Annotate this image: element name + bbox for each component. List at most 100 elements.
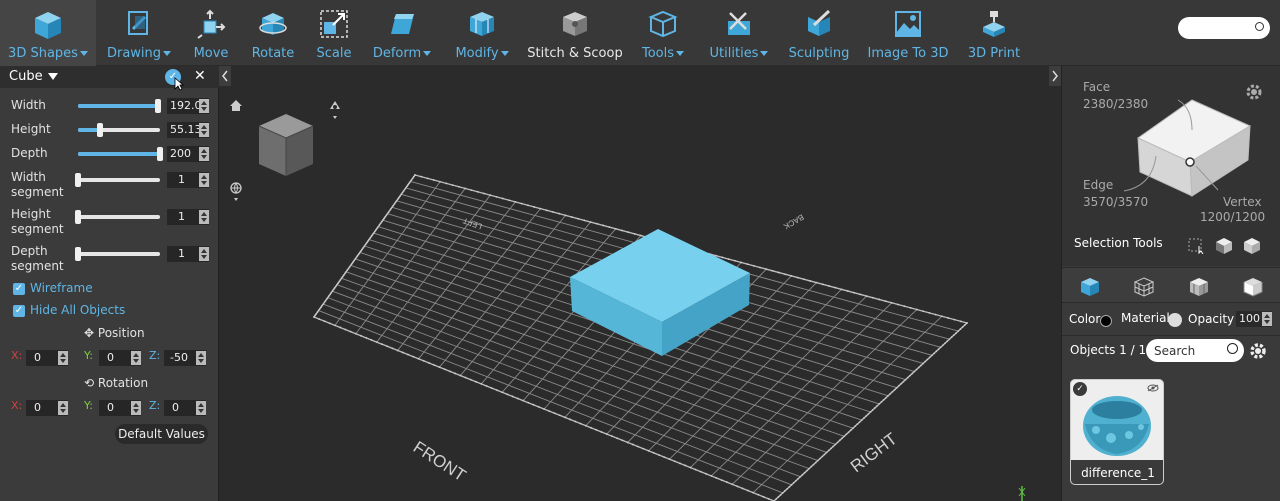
spinner-icon[interactable] xyxy=(196,401,206,415)
ruler-tick xyxy=(847,431,850,434)
spinner-icon[interactable] xyxy=(1262,312,1272,326)
spinner-icon[interactable] xyxy=(196,351,206,365)
depth-input[interactable]: 200 xyxy=(167,146,209,162)
slider-knob[interactable] xyxy=(154,99,161,113)
param-value: 1 xyxy=(178,247,185,260)
modify-icon xyxy=(470,12,494,36)
ruler-tick xyxy=(616,437,619,440)
ruler-tick xyxy=(360,249,362,252)
cube-object[interactable] xyxy=(570,229,750,356)
toolbar-rotate[interactable]: Rotate xyxy=(248,0,298,66)
height-slider[interactable] xyxy=(78,123,160,137)
pos-x-input[interactable]: 0 xyxy=(26,350,68,366)
ruler-tick xyxy=(944,342,946,345)
spinner-icon[interactable] xyxy=(131,401,141,415)
shape-dropdown[interactable]: Cube xyxy=(9,69,58,84)
toolbar-image-to-3d[interactable]: Image To 3D xyxy=(868,0,948,66)
ruler-tick xyxy=(470,189,473,192)
default-values-button[interactable]: Default Values xyxy=(115,424,208,444)
width-slider[interactable] xyxy=(78,99,161,113)
slider-knob[interactable] xyxy=(157,147,163,161)
spinner-icon[interactable] xyxy=(199,147,209,161)
3d-viewport[interactable]: FRONT RIGHT LEFT BACK xyxy=(219,66,1061,501)
opacity-input[interactable]: 100 xyxy=(1236,311,1272,327)
rot-x-input[interactable]: 0 xyxy=(26,400,68,416)
material-icon[interactable] xyxy=(1168,313,1182,327)
toolbar-deform[interactable]: Deform xyxy=(370,0,434,66)
slider-knob[interactable] xyxy=(75,173,81,187)
xray-view-icon[interactable] xyxy=(1242,276,1264,298)
ruler-tick xyxy=(679,462,681,465)
rot-z-input[interactable]: 0 xyxy=(164,400,206,416)
rect-select-icon[interactable] xyxy=(1188,238,1206,254)
slider-knob[interactable] xyxy=(75,210,81,224)
toolbar-search-input[interactable] xyxy=(1178,17,1270,39)
ruler-tick xyxy=(339,326,342,329)
ruler-tick xyxy=(485,385,488,387)
ruler-tick xyxy=(926,358,929,361)
pos-y-input[interactable]: 0 xyxy=(99,350,141,366)
toolbar-scale[interactable]: Scale xyxy=(310,0,358,66)
close-icon[interactable]: ✕ xyxy=(194,68,206,84)
object-select-icon[interactable] xyxy=(1243,237,1261,255)
ruler-tick xyxy=(834,286,837,289)
face-select-icon[interactable] xyxy=(1215,237,1233,255)
spinner-icon[interactable] xyxy=(199,247,209,261)
selected-check-icon[interactable]: ✓ xyxy=(1073,382,1087,396)
solid-wire-view-icon[interactable] xyxy=(1188,276,1210,298)
slider-knob[interactable] xyxy=(75,247,81,261)
toolbar-sculpting[interactable]: Sculpting xyxy=(788,0,850,66)
spinner-icon[interactable] xyxy=(199,99,209,113)
ruler-tick xyxy=(569,418,572,421)
toolbar-3d-print[interactable]: 3D Print xyxy=(966,0,1022,66)
ruler-tick xyxy=(354,258,357,260)
spinner-icon[interactable] xyxy=(58,351,68,365)
ruler-tick xyxy=(808,467,810,470)
toolbar-3d-shapes[interactable]: 3D Shapes xyxy=(0,0,96,66)
spinner-icon[interactable] xyxy=(58,401,68,415)
spinner-icon[interactable] xyxy=(131,351,141,365)
objects-search-input[interactable]: Search xyxy=(1146,339,1244,362)
ruler-tick xyxy=(395,199,398,202)
width-segment-slider[interactable] xyxy=(75,173,160,187)
depth-segment-slider[interactable] xyxy=(75,247,160,261)
height-segment-slider[interactable] xyxy=(75,210,160,224)
ruler-tick xyxy=(537,406,540,408)
toolbar-label: Scale xyxy=(316,46,352,61)
width-input[interactable]: 192.04 xyxy=(167,98,209,114)
spinner-icon[interactable] xyxy=(199,210,209,224)
ruler-tick xyxy=(381,343,383,346)
ruler-tick xyxy=(367,240,369,243)
ruler-tick xyxy=(884,300,887,303)
solid-view-icon[interactable] xyxy=(1079,276,1101,298)
scene-canvas[interactable]: FRONT RIGHT LEFT BACK xyxy=(219,66,1061,501)
ruler-tick xyxy=(959,320,962,323)
toolbar-stitch-scoop[interactable]: Stitch & Scoop xyxy=(527,0,623,66)
ruler-tick xyxy=(352,261,354,264)
hide-all-checkbox[interactable]: ✓ xyxy=(13,305,25,317)
color-swatch[interactable] xyxy=(1100,315,1112,327)
height-input[interactable]: 55.13 xyxy=(167,122,209,138)
pos-z-input[interactable]: -50 xyxy=(164,350,206,366)
ruler-tick xyxy=(314,314,317,317)
height-segment-input[interactable]: 1 xyxy=(167,209,209,225)
slider-knob[interactable] xyxy=(97,123,104,137)
spinner-icon[interactable] xyxy=(199,123,209,137)
object-card[interactable]: ✓ difference_1 xyxy=(1070,379,1164,485)
gear-icon[interactable] xyxy=(1248,341,1268,361)
depth-slider[interactable] xyxy=(78,147,163,161)
width-segment-input[interactable]: 1 xyxy=(167,172,209,188)
visibility-eye-icon[interactable] xyxy=(1147,384,1159,392)
wireframe-view-icon[interactable] xyxy=(1133,276,1155,298)
spinner-icon[interactable] xyxy=(199,173,209,187)
ruler-tick xyxy=(827,449,830,452)
ruler-tick xyxy=(376,227,379,230)
toolbar-modify[interactable]: Modify xyxy=(452,0,512,66)
toolbar-utilities[interactable]: Utilities xyxy=(706,0,772,66)
rot-y-input[interactable]: 0 xyxy=(99,400,141,416)
toolbar-drawing[interactable]: Drawing xyxy=(106,0,172,66)
wireframe-checkbox[interactable]: ✓ xyxy=(13,283,25,295)
toolbar-tools[interactable]: Tools xyxy=(638,0,688,66)
toolbar-move[interactable]: Move xyxy=(186,0,236,66)
depth-segment-input[interactable]: 1 xyxy=(167,246,209,262)
